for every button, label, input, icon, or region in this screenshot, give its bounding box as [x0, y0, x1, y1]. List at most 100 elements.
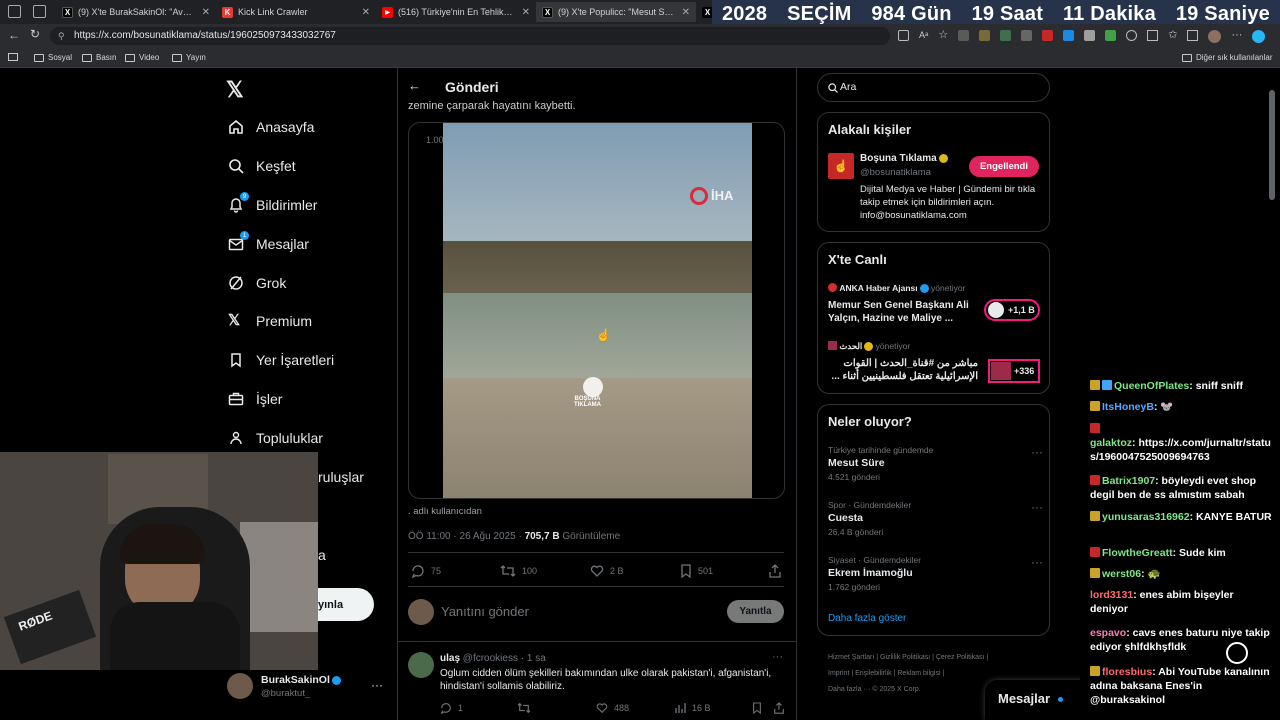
- other-bookmarks[interactable]: Diğer sık kullanılanlar: [1182, 53, 1272, 62]
- view-count: 705,7 B: [524, 531, 560, 542]
- tab-youtube[interactable]: ▶ (516) Türkiye'nin En Tehlikeli Mah ✕: [376, 2, 536, 22]
- grok-floating-icon[interactable]: [1226, 642, 1248, 664]
- more-options-icon[interactable]: ···: [371, 678, 383, 692]
- favorites-icon[interactable]: ✩: [1168, 30, 1177, 43]
- tab-x-buraksakinol[interactable]: X (9) X'te BurakSakinOl: "Avukatınız ✕: [56, 2, 216, 22]
- reload-icon[interactable]: ↻: [30, 27, 40, 41]
- site-info-icon[interactable]: ⚲: [58, 27, 65, 45]
- avatar: [991, 362, 1011, 380]
- video-player[interactable]: İHA BOŞUNA TIKLAMA 1.00 ☝: [408, 122, 785, 499]
- sidebar-item-home[interactable]: Anasayfa: [228, 119, 314, 135]
- like-action[interactable]: 2 B: [590, 564, 624, 578]
- footer-line[interactable]: Hizmet Şartları | Gizlilik Politikası | …: [828, 650, 1048, 666]
- bookmark-folder-yayin[interactable]: Yayın: [172, 53, 206, 62]
- app-icon[interactable]: [898, 30, 909, 41]
- account-name: BurakSakinOl: [261, 674, 330, 686]
- divider: [408, 586, 784, 587]
- bookmark-folder-video[interactable]: Video: [125, 53, 159, 62]
- back-arrow-icon[interactable]: ←: [8, 28, 20, 42]
- sidebar-item-bookmarks[interactable]: Yer İşaretleri: [228, 352, 334, 368]
- show-more-link[interactable]: Daha fazla göster: [828, 613, 906, 624]
- sidebar-item-more[interactable]: a: [318, 547, 326, 563]
- blocked-button[interactable]: Engellendi: [969, 156, 1039, 177]
- reply-action[interactable]: 75: [411, 564, 441, 578]
- tab-x-extra[interactable]: X: [696, 2, 712, 22]
- close-tab-icon[interactable]: ✕: [202, 7, 210, 18]
- extension-icon[interactable]: [1000, 30, 1012, 41]
- reply-author-name[interactable]: ulaş: [440, 653, 460, 664]
- more-options-icon[interactable]: ···: [1031, 555, 1043, 569]
- browser-toolbar: Aᵃ ☆ ✩ ···: [898, 30, 1266, 43]
- collections-icon[interactable]: [1187, 30, 1199, 41]
- sidebar-item-premium[interactable]: 𝕏 Premium: [228, 313, 312, 330]
- bookmark-folder-basin[interactable]: Basın: [82, 53, 116, 62]
- repost-action[interactable]: [517, 702, 531, 714]
- read-aloud-icon[interactable]: Aᵃ: [919, 30, 928, 43]
- reply-button[interactable]: Yanıtla: [727, 600, 784, 623]
- split-screen-icon[interactable]: [1147, 30, 1159, 41]
- sidebar-item-messages[interactable]: 1 Mesajlar: [228, 231, 309, 252]
- extension-icon[interactable]: [1021, 30, 1033, 41]
- sidebar-item-jobs[interactable]: İşler: [228, 391, 282, 407]
- url-input[interactable]: ⚲ https://x.com/bosunatiklama/status/196…: [50, 27, 890, 45]
- bookmark-action[interactable]: 501: [680, 564, 713, 578]
- extensions-puzzle-icon[interactable]: [1126, 30, 1138, 41]
- share-action[interactable]: [768, 564, 782, 578]
- account-switcher[interactable]: BurakSakinOl @buraktut_ ···: [227, 672, 387, 702]
- message-badge: 1: [240, 231, 249, 240]
- countdown-seconds: 19: [1175, 2, 1199, 25]
- like-action[interactable]: 488: [596, 702, 629, 714]
- tab-x-populicc[interactable]: X (9) X'te Populicc: "Mesut Süre hak ✕: [536, 2, 696, 22]
- tab-kick-link-crawler[interactable]: K Kick Link Crawler ✕: [216, 2, 376, 22]
- back-arrow-icon[interactable]: ←: [408, 78, 421, 93]
- reply-input[interactable]: Yanıtını gönder: [441, 604, 529, 619]
- close-tab-icon[interactable]: ✕: [362, 7, 370, 18]
- more-options-icon[interactable]: ···: [772, 651, 783, 663]
- trend-item[interactable]: Spor · Gündemdekiler Cuesta 26,4 B gönde…: [828, 500, 1043, 542]
- reading-list-icon[interactable]: [8, 53, 18, 61]
- extension-icon[interactable]: [1084, 30, 1096, 41]
- tab-actions-icon[interactable]: [33, 5, 46, 18]
- bookmark-action[interactable]: [752, 702, 762, 714]
- post-timestamp[interactable]: ÖÖ 11:00 · 26 Ağu 2025 ·: [408, 531, 525, 542]
- related-name[interactable]: Boşuna Tıklama: [860, 153, 937, 164]
- extension-icon[interactable]: [1105, 30, 1117, 41]
- page-scrollbar[interactable]: [1269, 90, 1275, 200]
- sidebar-item-organizations[interactable]: ruluşlar: [318, 469, 364, 485]
- more-options-icon[interactable]: ···: [1031, 500, 1043, 514]
- x-logo-icon[interactable]: 𝕏: [226, 77, 244, 103]
- sidebar-item-notifications[interactable]: 9 Bildirimler: [228, 192, 317, 213]
- bookmark-icon: [231, 353, 241, 368]
- bookmark-icon: [753, 702, 761, 714]
- views-action[interactable]: 16 B: [674, 702, 711, 714]
- extension-icon[interactable]: [979, 30, 991, 41]
- sidebar-item-grok[interactable]: Grok: [228, 275, 286, 291]
- sidebar-item-communities[interactable]: Topluluklar: [228, 430, 323, 446]
- extension-icon[interactable]: [1042, 30, 1054, 41]
- reply-action[interactable]: 1: [440, 702, 463, 714]
- bookmark-folder-sosyal[interactable]: Sosyal: [34, 53, 72, 62]
- profile-avatar[interactable]: [1208, 30, 1222, 43]
- repost-action[interactable]: 100: [500, 564, 537, 578]
- bosuna-tiklama-avatar[interactable]: ☝: [828, 153, 854, 179]
- sidebar-item-explore[interactable]: Keşfet: [228, 158, 296, 174]
- close-tab-icon[interactable]: ✕: [522, 7, 530, 18]
- grok-icon: [229, 276, 243, 290]
- live-item[interactable]: الحدث yönetiyor مباشر من #قناة_الحدث | ا…: [828, 341, 1043, 386]
- share-action[interactable]: [773, 702, 785, 714]
- extension-icon[interactable]: [958, 30, 970, 41]
- more-options-icon[interactable]: ···: [1031, 445, 1043, 459]
- post-button[interactable]: yınla: [318, 588, 374, 621]
- more-menu-icon[interactable]: ···: [1231, 30, 1242, 43]
- close-tab-icon[interactable]: ✕: [682, 7, 690, 18]
- countdown-minutes-unit: Dakika: [1090, 2, 1156, 25]
- workspaces-icon[interactable]: [8, 5, 21, 18]
- extension-icon[interactable]: [1063, 30, 1075, 41]
- trend-item[interactable]: Siyaset · Gündemdekiler Ekrem İmamoğlu 1…: [828, 555, 1043, 597]
- streamer-shirt: [110, 602, 240, 670]
- search-input[interactable]: Ara: [817, 73, 1050, 102]
- favorite-star-icon[interactable]: ☆: [938, 30, 948, 43]
- copilot-icon[interactable]: [1252, 30, 1266, 43]
- live-item[interactable]: ANKA Haber Ajansı yönetiyor Memur Sen Ge…: [828, 283, 1043, 328]
- trend-item[interactable]: Türkiye tarihinde gündemde Mesut Süre 4.…: [828, 445, 1043, 487]
